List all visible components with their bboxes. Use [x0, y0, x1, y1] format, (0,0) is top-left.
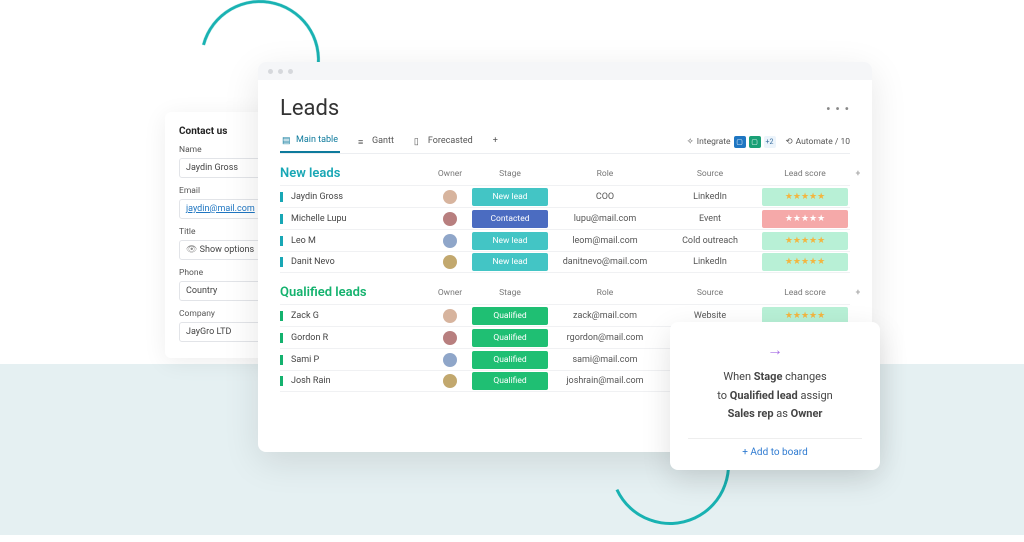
lead-name-cell[interactable]: Jaydin Gross	[280, 192, 430, 202]
automation-card: → When Stage changes to Qualified lead a…	[670, 322, 880, 470]
owner-cell[interactable]	[430, 309, 470, 323]
lead-name-cell[interactable]: Michelle Lupu	[280, 214, 430, 224]
stage-cell[interactable]: New lead	[472, 232, 548, 250]
tab-gantt[interactable]: ≡ Gantt	[356, 132, 396, 152]
source-cell[interactable]: LinkedIn	[660, 192, 760, 202]
robot-icon: ⟲	[786, 137, 793, 147]
tab-main-table-label: Main table	[296, 135, 338, 145]
source-cell[interactable]: Cold outreach	[660, 236, 760, 246]
owner-cell[interactable]	[430, 190, 470, 204]
col-owner: Owner	[430, 169, 470, 179]
stage-cell[interactable]: New lead	[472, 253, 548, 271]
add-to-board-button[interactable]: + Add to board	[688, 438, 862, 458]
window-dot	[288, 69, 293, 74]
source-cell[interactable]: Event	[660, 214, 760, 224]
col-source: Source	[660, 169, 760, 179]
page-title: Leads	[280, 96, 339, 121]
role-cell[interactable]: sami@mail.com	[550, 355, 660, 365]
table-icon: ▤	[282, 136, 292, 145]
add-column-button[interactable]: +	[850, 288, 866, 298]
window-dot	[268, 69, 273, 74]
col-owner: Owner	[430, 288, 470, 298]
lead-name-cell[interactable]: Zack G	[280, 311, 430, 321]
table-row[interactable]: Danit Nevo New leaddanitnevo@mail.comLink…	[280, 251, 850, 273]
table-row[interactable]: Leo M New leadleom@mail.comCold outreach★…	[280, 229, 850, 251]
section-title[interactable]: Qualified leads	[280, 285, 430, 300]
owner-cell[interactable]	[430, 234, 470, 248]
col-stage: Stage	[470, 288, 550, 298]
stage-cell[interactable]: Qualified	[472, 351, 548, 369]
add-view-button[interactable]: +	[491, 132, 500, 152]
stage-cell[interactable]: Qualified	[472, 329, 548, 347]
add-column-button[interactable]: +	[850, 169, 866, 179]
automate-label: Automate / 10	[796, 137, 850, 147]
lead-name-cell[interactable]: Gordon R	[280, 333, 430, 343]
avatar	[443, 374, 457, 388]
leads-section: New leadsOwnerStageRoleSourceLead score+…	[280, 166, 850, 273]
integration-count-badge: +2	[764, 136, 776, 148]
owner-cell[interactable]	[430, 331, 470, 345]
col-role: Role	[550, 288, 660, 298]
tab-forecasted[interactable]: ▯ Forecasted	[412, 132, 475, 152]
avatar	[443, 331, 457, 345]
gantt-icon: ≡	[358, 137, 368, 146]
phone-country-value: Country	[186, 286, 217, 296]
lead-name-cell[interactable]: Josh Rain	[280, 376, 430, 386]
avatar	[443, 212, 457, 226]
stage-cell[interactable]: Qualified	[472, 372, 548, 390]
tab-main-table[interactable]: ▤ Main table	[280, 131, 340, 153]
integrate-icon: ✧	[687, 137, 694, 147]
lead-name-cell[interactable]: Leo M	[280, 236, 430, 246]
col-role: Role	[550, 169, 660, 179]
owner-cell[interactable]	[430, 212, 470, 226]
avatar	[443, 190, 457, 204]
lead-score-cell[interactable]: ★★★★★	[762, 232, 848, 250]
lead-score-cell[interactable]: ★★★★★	[762, 210, 848, 228]
avatar	[443, 353, 457, 367]
source-cell[interactable]: LinkedIn	[660, 257, 760, 267]
owner-cell[interactable]	[430, 374, 470, 388]
automate-button[interactable]: ⟲ Automate / 10	[786, 137, 851, 147]
view-tabs: ▤ Main table ≡ Gantt ▯ Forecasted + ✧ In…	[280, 131, 850, 154]
window-chrome	[258, 62, 872, 80]
owner-cell[interactable]	[430, 353, 470, 367]
role-cell[interactable]: lupu@mail.com	[550, 214, 660, 224]
tab-gantt-label: Gantt	[372, 136, 394, 146]
avatar	[443, 255, 457, 269]
source-cell[interactable]: Website	[660, 311, 760, 321]
table-row[interactable]: Michelle Lupu Contactedlupu@mail.comEvent…	[280, 207, 850, 229]
role-cell[interactable]: rgordon@mail.com	[550, 333, 660, 343]
more-menu-button[interactable]: • • •	[826, 102, 850, 116]
stage-cell[interactable]: Contacted	[472, 210, 548, 228]
integration-badge-icon: ▢	[734, 136, 746, 148]
role-cell[interactable]: joshrain@mail.com	[550, 376, 660, 386]
window-dot	[278, 69, 283, 74]
arrow-right-icon: →	[688, 340, 862, 360]
avatar	[443, 309, 457, 323]
automation-recipe-text: When Stage changes to Qualified lead ass…	[688, 368, 862, 424]
role-cell[interactable]: leom@mail.com	[550, 236, 660, 246]
lead-name-cell[interactable]: Sami P	[280, 355, 430, 365]
lead-score-cell[interactable]: ★★★★★	[762, 188, 848, 206]
col-score: Lead score	[760, 288, 850, 298]
lead-score-cell[interactable]: ★★★★★	[762, 253, 848, 271]
stage-cell[interactable]: Qualified	[472, 307, 548, 325]
chart-icon: ▯	[414, 137, 424, 146]
col-stage: Stage	[470, 169, 550, 179]
integrate-button[interactable]: ✧ Integrate ▢ ▢ +2	[687, 136, 776, 148]
table-row[interactable]: Jaydin Gross New leadCOOLinkedIn★★★★★	[280, 185, 850, 207]
role-cell[interactable]: zack@mail.com	[550, 311, 660, 321]
section-title[interactable]: New leads	[280, 166, 430, 181]
avatar	[443, 234, 457, 248]
integration-badge-icon: ▢	[749, 136, 761, 148]
integrate-label: Integrate	[697, 137, 731, 147]
col-source: Source	[660, 288, 760, 298]
stage-cell[interactable]: New lead	[472, 188, 548, 206]
role-cell[interactable]: COO	[550, 192, 660, 202]
tab-forecasted-label: Forecasted	[428, 136, 473, 146]
owner-cell[interactable]	[430, 255, 470, 269]
col-score: Lead score	[760, 169, 850, 179]
lead-name-cell[interactable]: Danit Nevo	[280, 257, 430, 267]
role-cell[interactable]: danitnevo@mail.com	[550, 257, 660, 267]
